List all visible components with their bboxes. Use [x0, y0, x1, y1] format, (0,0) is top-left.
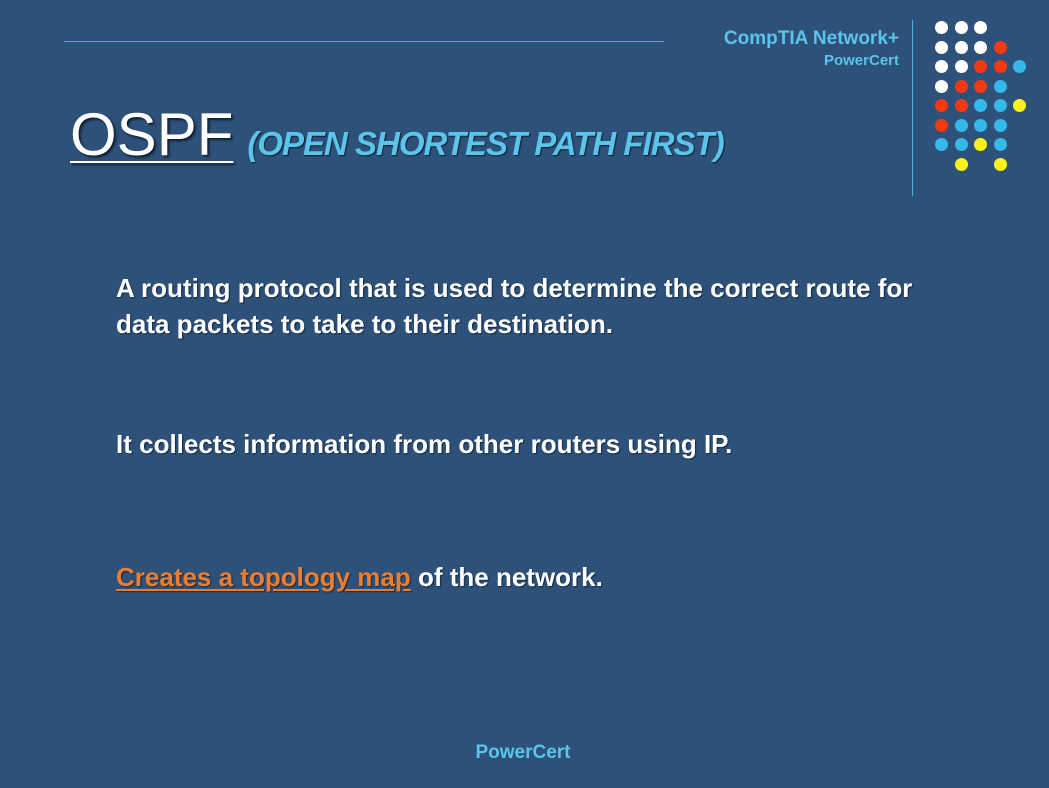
paragraph-collects-info: It collects information from other route… — [116, 429, 733, 459]
decorative-dot — [935, 118, 948, 132]
decorative-dot — [954, 138, 968, 151]
decorative-dot — [954, 40, 968, 54]
decorative-dot — [993, 118, 1007, 132]
decorative-dot — [935, 21, 948, 34]
decorative-dot — [954, 79, 968, 93]
decorative-dot — [954, 60, 968, 73]
paragraph-topology-rest: of the network. — [410, 562, 603, 592]
decorative-dot — [935, 138, 948, 151]
decorative-dot — [974, 79, 987, 93]
decorative-dot — [1013, 99, 1026, 112]
decorative-dot — [935, 99, 948, 112]
company-name: PowerCert — [823, 51, 899, 69]
decorative-dot — [993, 99, 1007, 112]
course-name: CompTIA Network+ — [723, 28, 899, 49]
decorative-dot — [954, 21, 968, 34]
title-expansion: (OPEN SHORTEST PATH FIRST) — [247, 125, 724, 162]
title-acronym: OSPF — [70, 101, 234, 168]
paragraph-definition: A routing protocol that is used to deter… — [116, 273, 913, 339]
decorative-dot — [935, 40, 948, 54]
decorative-dot — [974, 40, 987, 54]
decorative-dot — [974, 138, 987, 151]
vertical-divider-line — [912, 20, 913, 196]
decorative-dot — [935, 60, 948, 73]
decorative-dot — [935, 79, 948, 93]
slide: CompTIA Network+ PowerCert OSPF (OPEN SHO… — [0, 0, 1049, 788]
header-divider-line — [64, 41, 664, 42]
decorative-dot — [993, 79, 1007, 93]
decorative-dot — [954, 99, 968, 112]
decorative-dot — [974, 99, 987, 112]
decorative-dot — [974, 118, 987, 132]
decorative-dot — [954, 118, 968, 132]
decorative-dot — [1013, 60, 1026, 73]
decorative-dot — [993, 60, 1007, 73]
decorative-dot — [993, 138, 1007, 151]
decorative-dot — [974, 60, 987, 73]
header-brand: CompTIA Network+ PowerCert — [723, 28, 899, 69]
footer-brand: PowerCert — [475, 742, 571, 763]
topology-map-link[interactable]: Creates a topology map — [116, 562, 411, 592]
slide-title: OSPF (OPEN SHORTEST PATH FIRST) — [70, 100, 725, 169]
decorative-dot — [993, 40, 1007, 54]
decorative-dot — [993, 157, 1007, 171]
paragraph-topology: Creates a topology map of the network. — [116, 559, 916, 595]
decorative-dot — [974, 21, 987, 34]
decorative-dot — [954, 157, 968, 171]
